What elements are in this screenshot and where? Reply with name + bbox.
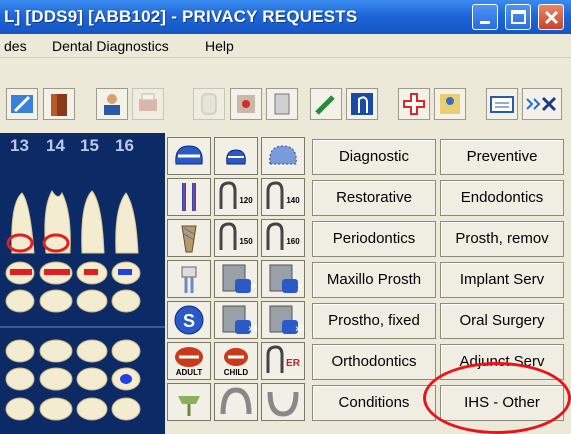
xray-160-icon[interactable]: 160 (261, 219, 305, 257)
page-icon[interactable] (266, 88, 298, 120)
window-title: L] [DDS9] [ABB102] - PRIVACY REQUESTS (4, 7, 358, 26)
adult-label: ADULT (175, 368, 203, 377)
onlay-procedure-icon[interactable] (214, 137, 258, 175)
xray-140-icon[interactable]: 140 (261, 178, 305, 216)
veneer-procedure-icon[interactable] (261, 137, 305, 175)
category-orthodontics-button[interactable]: Orthodontics (312, 344, 436, 380)
menu-item-help[interactable]: Help (205, 38, 234, 54)
category-prostho-fixed-button[interactable]: Prostho, fixed (312, 303, 436, 339)
xray-p-icon[interactable]: P (214, 260, 258, 298)
door-icon[interactable] (346, 88, 378, 120)
close-icon (544, 10, 559, 25)
print-icon[interactable] (132, 88, 164, 120)
menu-bar: des Dental Diagnostics Help (0, 34, 571, 58)
xray-150-icon[interactable]: 150 (214, 219, 258, 257)
close-button[interactable] (538, 4, 564, 30)
maximize-button[interactable] (505, 4, 531, 30)
folder-icon[interactable] (43, 88, 75, 120)
category-periodontics-button[interactable]: Periodontics (312, 221, 436, 257)
extraction-icon[interactable] (167, 383, 211, 421)
maximize-icon (511, 10, 526, 24)
full-denture-icon[interactable] (261, 383, 305, 421)
procedure-icon-grid: 120 140 150 160 P X S x4 x2 ADULT CHILD … (165, 133, 308, 434)
menu-item-dental-diagnostics[interactable]: Dental Diagnostics (52, 38, 169, 54)
adult-exam-icon[interactable]: ADULT (167, 342, 211, 380)
emergency-exam-icon[interactable]: ER (261, 342, 305, 380)
category-maxillo-prosth-button[interactable]: Maxillo Prosth (312, 262, 436, 298)
category-adjunct-serv-button[interactable]: Adjunct Serv (440, 344, 564, 380)
category-oral-surgery-button[interactable]: Oral Surgery (440, 303, 564, 339)
move-icon[interactable] (230, 88, 262, 120)
implant-icon[interactable] (167, 260, 211, 298)
teeth-graphic (5, 190, 141, 421)
xray-x-icon[interactable]: X (261, 260, 305, 298)
category-diagnostic-button[interactable]: Diagnostic (312, 139, 436, 175)
category-preventive-button[interactable]: Preventive (440, 139, 564, 175)
calendar-icon[interactable] (486, 88, 518, 120)
title-bar: L] [DDS9] [ABB102] - PRIVACY REQUESTS (0, 0, 571, 34)
root-canal-icon[interactable] (167, 178, 211, 216)
category-panel: Diagnostic Preventive Restorative Endodo… (308, 133, 571, 434)
tooth-chart[interactable]: 13 14 15 16 (0, 133, 165, 434)
minimize-icon (480, 21, 490, 24)
menu-item-codes[interactable]: des (4, 38, 27, 54)
child-label: CHILD (223, 368, 249, 377)
svg-text:S: S (183, 311, 195, 331)
medical-cross-icon[interactable] (398, 88, 430, 120)
category-prosth-remov-button[interactable]: Prosth, remov (440, 221, 564, 257)
crown-procedure-icon[interactable] (167, 137, 211, 175)
user-card-icon[interactable] (434, 88, 466, 120)
xray-x4-icon[interactable]: x4 (214, 301, 258, 339)
xray-x2-icon[interactable]: x2 (261, 301, 305, 339)
tooth-view-icon[interactable] (193, 88, 225, 120)
child-exam-icon[interactable]: CHILD (214, 342, 258, 380)
partial-denture-icon[interactable] (214, 383, 258, 421)
minimize-button[interactable] (472, 4, 498, 30)
category-conditions-button[interactable]: Conditions (312, 385, 436, 421)
sealant-s-icon[interactable]: S (167, 301, 211, 339)
xray-120-icon[interactable]: 120 (214, 178, 258, 216)
instrument-icon[interactable] (310, 88, 342, 120)
post-core-icon[interactable] (167, 219, 211, 257)
xray-icon[interactable] (522, 88, 562, 120)
patient-icon[interactable] (96, 88, 128, 120)
category-implant-serv-button[interactable]: Implant Serv (440, 262, 564, 298)
edit-chart-icon[interactable] (6, 88, 38, 120)
category-ihs-other-button[interactable]: IHS - Other (440, 385, 564, 421)
category-restorative-button[interactable]: Restorative (312, 180, 436, 216)
arch-divider (0, 326, 165, 328)
toolbar (0, 58, 571, 133)
category-endodontics-button[interactable]: Endodontics (440, 180, 564, 216)
